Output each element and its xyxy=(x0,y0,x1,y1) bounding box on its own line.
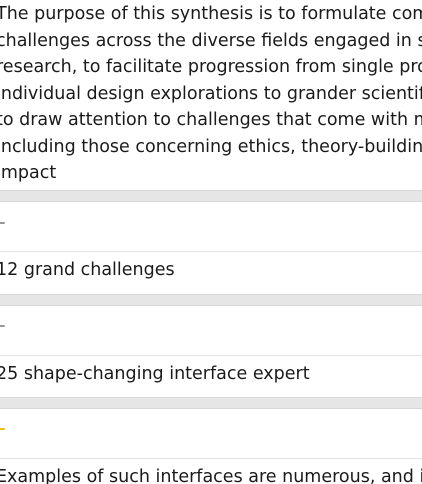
card-color-marker xyxy=(0,222,5,224)
card-color-marker xyxy=(0,325,5,327)
reading-view: The purpose of this synthesis is to form… xyxy=(0,0,422,484)
summary-line: The purpose of this synthesis is to form… xyxy=(0,4,422,24)
card-label-row[interactable]: Examples of such interfaces are numerous… xyxy=(0,459,422,484)
summary-line: including those concerning ethics, theor… xyxy=(0,136,422,157)
card-color-marker xyxy=(0,428,5,430)
card-label: 25 shape-changing interface expert xyxy=(0,364,310,384)
card-label-row[interactable]: 12 grand challenges xyxy=(0,252,422,294)
summary-line: individual design explorations to grande… xyxy=(0,83,422,104)
card-header[interactable] xyxy=(0,306,422,356)
card-separator xyxy=(0,397,422,409)
card-separator xyxy=(0,190,422,202)
card-label: Examples of such interfaces are numerous… xyxy=(0,467,422,484)
summary-line: research, to facilitate progression from… xyxy=(0,57,422,77)
card-header[interactable] xyxy=(0,202,422,252)
summary-line: impact xyxy=(0,163,57,183)
summary-line: to draw attention to challenges that com… xyxy=(0,110,422,130)
card-header[interactable] xyxy=(0,409,422,459)
card-label: 12 grand challenges xyxy=(0,260,175,280)
card-separator xyxy=(0,294,422,306)
summary-line: challenges across the diverse fields eng… xyxy=(0,30,422,51)
summary-text-block[interactable]: The purpose of this synthesis is to form… xyxy=(0,0,422,190)
card-label-row[interactable]: 25 shape-changing interface expert xyxy=(0,356,422,397)
